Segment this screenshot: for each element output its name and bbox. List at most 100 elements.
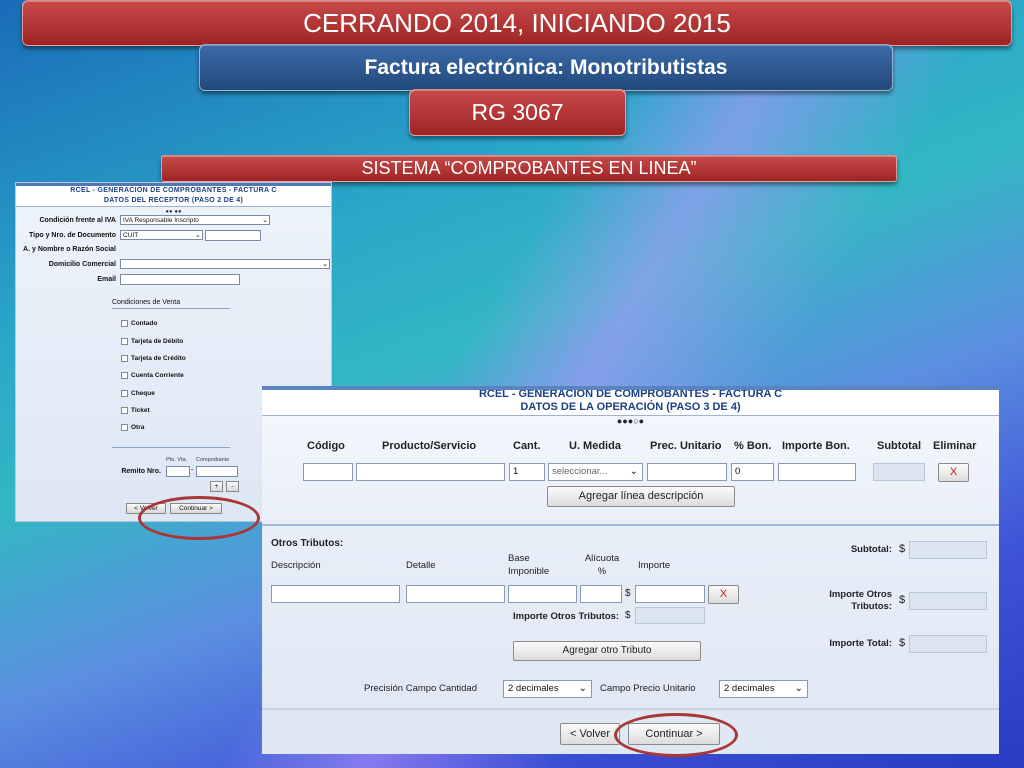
header-detalle: Detalle: [406, 560, 436, 571]
codigo-input[interactable]: [303, 463, 353, 481]
highlight-ring: [614, 713, 738, 757]
receptor-title: RCEL - GENERACIÓN DE COMPROBANTES - FACT…: [16, 183, 331, 196]
chevron-down-icon: ⌄: [794, 683, 803, 694]
header-alicuota: Alícuota %: [584, 553, 620, 577]
header-bonif: % Bon.: [734, 440, 772, 452]
operacion-step-title: DATOS DE LA OPERACIÓN (PASO 3 DE 4): [262, 399, 999, 416]
section-divider: [262, 708, 999, 710]
checkbox-cuenta-corriente[interactable]: [121, 372, 128, 379]
importe-otros-field: [635, 607, 705, 624]
unidad-medida-select[interactable]: seleccionar... ⌄: [548, 463, 643, 481]
section-divider: [262, 524, 999, 526]
agregar-tributo-button[interactable]: Agregar otro Tributo: [513, 641, 701, 661]
importe-bonificacion-input[interactable]: [778, 463, 856, 481]
remito-comprobante-input[interactable]: [196, 466, 238, 477]
header-base-imponible: Base Imponible: [508, 553, 550, 577]
header-producto: Producto/Servicio: [382, 440, 477, 452]
checkbox-label: Cheque: [131, 390, 155, 397]
dollar-sign: $: [625, 588, 631, 599]
email-label: Email: [97, 276, 116, 283]
checkbox-contado[interactable]: [121, 320, 128, 327]
tributo-base-input[interactable]: [508, 585, 577, 603]
step-indicator: ●●●○●: [616, 416, 645, 426]
header-subtotal: Subtotal: [877, 440, 921, 452]
checkbox-cheque[interactable]: [121, 390, 128, 397]
remito-label: Remito Nro.: [121, 468, 161, 475]
tributo-importe-input[interactable]: [635, 585, 705, 603]
operacion-title: RCEL - GENERACIÓN DE COMPROBANTES - FACT…: [262, 386, 999, 400]
remito-header-pto: Pto. Vta.: [166, 457, 188, 463]
receptor-step-title: DATOS DEL RECEPTOR (PASO 2 DE 4): [16, 196, 331, 207]
tipo-doc-select[interactable]: CUIT ⌄: [120, 230, 203, 240]
checkbox-label: Tarjeta de Débito: [131, 338, 184, 345]
rg-banner: RG 3067: [409, 89, 626, 136]
checkbox-ticket[interactable]: [121, 407, 128, 414]
checkbox-label: Otra: [131, 424, 145, 431]
checkbox-tarjeta-debito[interactable]: [121, 338, 128, 345]
chevron-down-icon: ⌄: [322, 261, 328, 268]
condiciones-venta-title: Condiciones de Venta: [112, 299, 230, 309]
importe-otros-total-label: Importe Otros Tributos:: [829, 589, 892, 612]
tipo-doc-label: Tipo y Nro. de Documento: [29, 232, 116, 239]
precision-cantidad-select[interactable]: 2 decimales ⌄: [503, 680, 592, 698]
chevron-down-icon: ⌄: [262, 217, 268, 224]
tributo-detalle-input[interactable]: [406, 585, 505, 603]
cantidad-input[interactable]: 1: [509, 463, 545, 481]
razon-social-label: A. y Nombre o Razón Social: [23, 246, 116, 253]
remove-remito-button[interactable]: -: [226, 481, 239, 492]
agregar-linea-button[interactable]: Agregar línea descripción: [547, 486, 735, 507]
subtotal-label: Subtotal:: [850, 544, 892, 555]
delete-row-button[interactable]: X: [938, 463, 969, 482]
condicion-iva-label: Condición frente al IVA: [39, 217, 117, 224]
checkbox-label: Cuenta Corriente: [131, 372, 184, 379]
header-unidad: U. Medida: [569, 440, 621, 452]
tributo-descripcion-input[interactable]: [271, 585, 400, 603]
otros-tributos-title: Otros Tributos:: [271, 538, 344, 549]
importe-otros-label: Importe Otros Tributos:: [513, 611, 620, 622]
tributo-alicuota-input[interactable]: [580, 585, 622, 603]
importe-total-label: Importe Total:: [829, 638, 892, 649]
nro-documento-input[interactable]: [205, 230, 261, 241]
header-cantidad: Cant.: [513, 440, 541, 452]
remito-header-comprobante: Comprobante: [196, 457, 230, 463]
highlight-ring: [138, 496, 260, 540]
precio-unitario-input[interactable]: [647, 463, 727, 481]
dollar-sign: $: [899, 543, 906, 555]
header-descripcion: Descripción: [271, 560, 321, 571]
chevron-down-icon: ⌄: [629, 466, 638, 477]
volver-button[interactable]: < Volver: [560, 723, 620, 745]
title-banner: CERRANDO 2014, INICIANDO 2015: [22, 0, 1012, 46]
header-importe-bon: Importe Bon.: [782, 440, 850, 452]
subtitle-banner: Factura electrónica: Monotributistas: [199, 44, 893, 91]
dollar-sign: $: [625, 610, 631, 621]
producto-input[interactable]: [356, 463, 505, 481]
condicion-iva-select[interactable]: IVA Responsable Inscripto ⌄: [120, 215, 270, 225]
subtotal-field: [873, 463, 925, 481]
precision-precio-select[interactable]: 2 decimales ⌄: [719, 680, 808, 698]
email-input[interactable]: [120, 274, 240, 285]
bonificacion-input[interactable]: 0: [731, 463, 774, 481]
checkbox-tarjeta-credito[interactable]: [121, 355, 128, 362]
domicilio-select[interactable]: ⌄: [120, 259, 330, 269]
precio-unitario-label: Campo Precio Unitario: [600, 683, 696, 694]
delete-tributo-button[interactable]: X: [708, 585, 739, 604]
header-eliminar: Eliminar: [933, 440, 977, 452]
divider: [112, 447, 230, 448]
precision-cantidad-label: Precisión Campo Cantidad: [364, 683, 478, 694]
domicilio-label: Domicilio Comercial: [48, 261, 116, 268]
header-codigo: Código: [307, 440, 345, 452]
system-banner: SISTEMA “COMPROBANTES EN LINEA”: [161, 155, 897, 182]
dollar-sign: $: [899, 637, 906, 649]
checkbox-otra[interactable]: [121, 424, 128, 431]
subtotal-total-field: [909, 541, 987, 559]
checkbox-label: Contado: [131, 320, 158, 327]
checkbox-label: Ticket: [131, 407, 150, 414]
checkbox-label: Tarjeta de Crédito: [131, 355, 186, 362]
header-importe: Importe: [638, 560, 671, 571]
importe-otros-total-field: [909, 592, 987, 610]
add-remito-button[interactable]: +: [210, 481, 223, 492]
operacion-form-screenshot: RCEL - GENERACIÓN DE COMPROBANTES - FACT…: [262, 386, 999, 754]
remito-pto-input[interactable]: [166, 466, 190, 477]
chevron-down-icon: ⌄: [578, 683, 587, 694]
remito-separator: -: [191, 467, 194, 474]
